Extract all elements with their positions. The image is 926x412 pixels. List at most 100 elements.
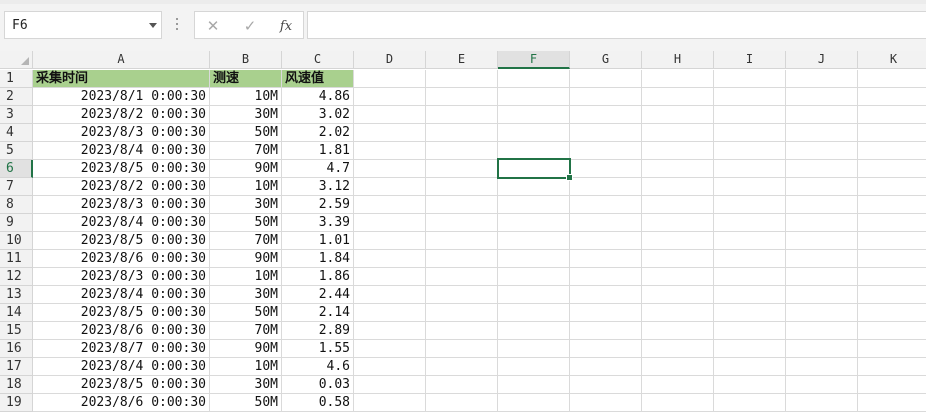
row-header-4[interactable]: 4 — [0, 124, 33, 142]
empty-cell[interactable] — [498, 358, 570, 376]
empty-cell[interactable] — [714, 394, 786, 412]
empty-cell[interactable] — [714, 322, 786, 340]
select-all-button[interactable] — [0, 51, 33, 69]
table-cell-speed-type[interactable]: 50M — [210, 394, 282, 412]
empty-cell[interactable] — [714, 178, 786, 196]
empty-cell[interactable] — [498, 70, 570, 88]
table-cell-speed-type[interactable]: 90M — [210, 340, 282, 358]
table-cell-speed-type[interactable]: 10M — [210, 358, 282, 376]
empty-cell[interactable] — [642, 196, 714, 214]
table-cell-wind-speed[interactable]: 1.86 — [282, 268, 354, 286]
table-cell-speed-type[interactable]: 90M — [210, 160, 282, 178]
empty-cell[interactable] — [858, 124, 926, 142]
empty-cell[interactable] — [714, 232, 786, 250]
empty-cell[interactable] — [642, 304, 714, 322]
empty-cell[interactable] — [858, 376, 926, 394]
empty-cell[interactable] — [642, 250, 714, 268]
table-cell-wind-speed[interactable]: 1.81 — [282, 142, 354, 160]
empty-cell[interactable] — [858, 268, 926, 286]
table-cell-wind-speed[interactable]: 1.84 — [282, 250, 354, 268]
empty-cell[interactable] — [714, 88, 786, 106]
empty-cell[interactable] — [642, 70, 714, 88]
table-cell-wind-speed[interactable]: 2.14 — [282, 304, 354, 322]
row-header-11[interactable]: 11 — [0, 250, 33, 268]
empty-cell[interactable] — [354, 124, 426, 142]
empty-cell[interactable] — [714, 214, 786, 232]
empty-cell[interactable] — [858, 88, 926, 106]
empty-cell[interactable] — [714, 286, 786, 304]
more-dots-icon[interactable] — [175, 18, 179, 32]
empty-cell[interactable] — [858, 286, 926, 304]
chevron-down-icon[interactable] — [149, 23, 157, 28]
table-cell-wind-speed[interactable]: 0.03 — [282, 376, 354, 394]
empty-cell[interactable] — [426, 178, 498, 196]
empty-cell[interactable] — [570, 304, 642, 322]
table-cell-time[interactable]: 2023/8/6 0:00:30 — [33, 250, 210, 268]
empty-cell[interactable] — [642, 394, 714, 412]
empty-cell[interactable] — [858, 160, 926, 178]
header-cell-speed-type[interactable]: 测速 — [210, 70, 282, 88]
table-cell-time[interactable]: 2023/8/4 0:00:30 — [33, 142, 210, 160]
row-header-13[interactable]: 13 — [0, 286, 33, 304]
empty-cell[interactable] — [714, 142, 786, 160]
empty-cell[interactable] — [858, 70, 926, 88]
empty-cell[interactable] — [858, 304, 926, 322]
empty-cell[interactable] — [714, 106, 786, 124]
empty-cell[interactable] — [642, 376, 714, 394]
empty-cell[interactable] — [498, 106, 570, 124]
empty-cell[interactable] — [426, 340, 498, 358]
empty-cell[interactable] — [570, 394, 642, 412]
empty-cell[interactable] — [786, 376, 858, 394]
empty-cell[interactable] — [498, 178, 570, 196]
column-header-c[interactable]: C — [282, 51, 354, 69]
empty-cell[interactable] — [498, 286, 570, 304]
empty-cell[interactable] — [570, 268, 642, 286]
table-cell-wind-speed[interactable]: 2.44 — [282, 286, 354, 304]
empty-cell[interactable] — [354, 196, 426, 214]
table-cell-speed-type[interactable]: 10M — [210, 88, 282, 106]
empty-cell[interactable] — [570, 178, 642, 196]
table-cell-wind-speed[interactable]: 2.89 — [282, 322, 354, 340]
table-cell-wind-speed[interactable]: 0.58 — [282, 394, 354, 412]
empty-cell[interactable] — [786, 232, 858, 250]
empty-cell[interactable] — [354, 322, 426, 340]
empty-cell[interactable] — [786, 124, 858, 142]
empty-cell[interactable] — [858, 250, 926, 268]
row-header-9[interactable]: 9 — [0, 214, 33, 232]
table-cell-speed-type[interactable]: 50M — [210, 214, 282, 232]
empty-cell[interactable] — [642, 286, 714, 304]
empty-cell[interactable] — [426, 160, 498, 178]
empty-cell[interactable] — [858, 214, 926, 232]
empty-cell[interactable] — [714, 340, 786, 358]
empty-cell[interactable] — [570, 214, 642, 232]
empty-cell[interactable] — [570, 70, 642, 88]
empty-cell[interactable] — [354, 142, 426, 160]
table-cell-time[interactable]: 2023/8/5 0:00:30 — [33, 304, 210, 322]
empty-cell[interactable] — [714, 160, 786, 178]
table-cell-time[interactable]: 2023/8/5 0:00:30 — [33, 376, 210, 394]
empty-cell[interactable] — [858, 178, 926, 196]
insert-function-icon[interactable]: fx — [273, 15, 299, 37]
empty-cell[interactable] — [714, 124, 786, 142]
empty-cell[interactable] — [714, 70, 786, 88]
empty-cell[interactable] — [354, 286, 426, 304]
table-cell-time[interactable]: 2023/8/7 0:00:30 — [33, 340, 210, 358]
table-cell-speed-type[interactable]: 30M — [210, 106, 282, 124]
empty-cell[interactable] — [786, 250, 858, 268]
empty-cell[interactable] — [426, 358, 498, 376]
empty-cell[interactable] — [642, 124, 714, 142]
empty-cell[interactable] — [426, 304, 498, 322]
empty-cell[interactable] — [354, 106, 426, 124]
empty-cell[interactable] — [786, 286, 858, 304]
column-header-e[interactable]: E — [426, 51, 498, 69]
empty-cell[interactable] — [426, 196, 498, 214]
empty-cell[interactable] — [426, 322, 498, 340]
empty-cell[interactable] — [426, 394, 498, 412]
table-cell-wind-speed[interactable]: 3.12 — [282, 178, 354, 196]
table-cell-time[interactable]: 2023/8/5 0:00:30 — [33, 160, 210, 178]
empty-cell[interactable] — [786, 358, 858, 376]
empty-cell[interactable] — [570, 88, 642, 106]
row-header-1[interactable]: 1 — [0, 70, 33, 88]
empty-cell[interactable] — [498, 268, 570, 286]
empty-cell[interactable] — [570, 232, 642, 250]
